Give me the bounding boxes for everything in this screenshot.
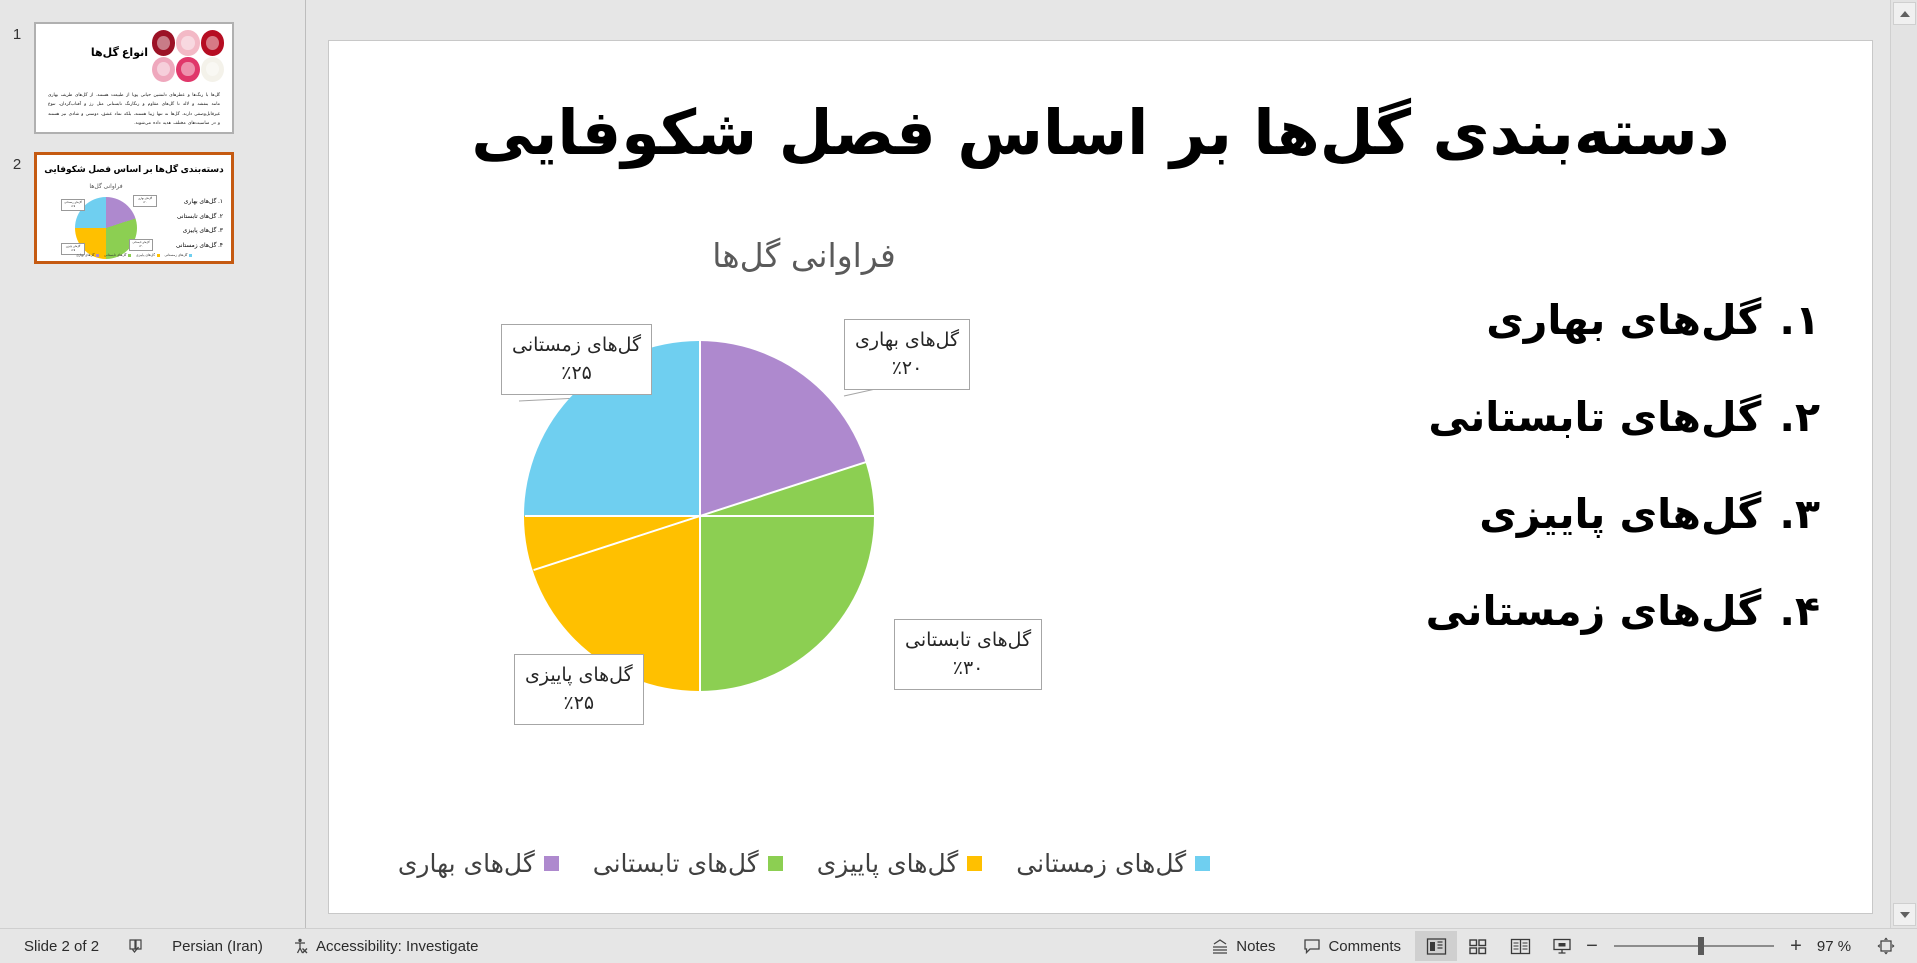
comments-button[interactable]: Comments xyxy=(1289,932,1415,960)
list-item-label: گل‌های بهاری xyxy=(1486,296,1762,344)
comments-icon xyxy=(1303,938,1321,955)
list-item-index: ۴. xyxy=(1779,587,1820,635)
zoom-in-button[interactable]: + xyxy=(1787,935,1805,958)
accessibility-icon xyxy=(291,937,309,955)
legend-swatch-spring xyxy=(543,856,559,871)
legend-swatch-winter xyxy=(1195,856,1211,871)
callout-summer-value: ٪۳۰ xyxy=(952,656,984,679)
thumb2-callout-winter: گل‌های زمستانی ٪۲۵ xyxy=(61,199,85,211)
slide-canvas[interactable]: دسته‌بندی گل‌ها بر اساس فصل شکوفایی ۱. گل… xyxy=(328,40,1873,914)
language-status[interactable]: Persian (Iran) xyxy=(158,932,277,960)
thumb2-legend: گل‌های زمستانی گل‌های پاییزی گل‌های تابس… xyxy=(43,253,225,257)
zoom-slider[interactable] xyxy=(1614,937,1774,955)
status-left-group: Slide 2 of 2 Persian (Iran) Accessibilit… xyxy=(0,932,493,960)
slide-sorter-button[interactable] xyxy=(1457,931,1499,961)
notes-button[interactable]: Notes xyxy=(1197,932,1289,960)
slide-sorter-icon xyxy=(1468,937,1488,956)
list-item-label: گل‌های تابستانی xyxy=(1428,393,1762,441)
list-item-index: ۲. xyxy=(1779,393,1820,441)
reading-view-button[interactable] xyxy=(1499,931,1541,961)
list-item-index: ۱. xyxy=(1779,296,1820,344)
callout-autumn-label: گل‌های پاییزی xyxy=(525,664,633,686)
thumb1-body-text: گل‌ها با رنگ‌ها و عطرهای دلنشین حیاتی پو… xyxy=(48,92,220,125)
thumbnail-number-2: 2 xyxy=(12,156,22,173)
thumbnail-slide-1[interactable]: 1 انواع گل‌ها گل‌ها با رنگ‌ها و عطرهای د… xyxy=(0,22,305,134)
slideshow-icon xyxy=(1552,937,1572,956)
list-item[interactable]: ۲. گل‌های تابستانی xyxy=(1370,393,1820,441)
pie-chart[interactable]: فراوانی گل‌ها گل‌های بهاری xyxy=(389,236,1219,886)
slide-counter[interactable]: Slide 2 of 2 xyxy=(10,932,113,960)
notes-icon xyxy=(1211,938,1229,955)
list-item-label: گل‌های زمستانی xyxy=(1425,587,1762,635)
thumb1-title: انواع گل‌ها xyxy=(90,47,148,59)
legend-label-spring: گل‌های بهاری xyxy=(397,849,535,878)
legend-label-autumn: گل‌های پاییزی xyxy=(816,849,959,878)
thumb1-flower-images xyxy=(152,30,224,82)
spellcheck-icon xyxy=(127,938,144,955)
slide-editing-area[interactable]: دسته‌بندی گل‌ها بر اساس فصل شکوفایی ۱. گل… xyxy=(306,0,1890,928)
fit-to-window-button[interactable] xyxy=(1863,932,1909,960)
callout-winter[interactable]: گل‌های زمستانی ٪۲۵ xyxy=(501,324,653,396)
status-bar: Slide 2 of 2 Persian (Iran) Accessibilit… xyxy=(0,928,1917,963)
spellcheck-status[interactable] xyxy=(113,932,158,960)
legend-label-summer: گل‌های تابستانی xyxy=(592,849,759,878)
callout-spring-label: گل‌های بهاری xyxy=(855,329,960,351)
notes-label: Notes xyxy=(1236,937,1276,955)
zoom-out-button[interactable]: − xyxy=(1583,935,1601,958)
scroll-up-button[interactable] xyxy=(1893,2,1916,25)
list-item[interactable]: ۱. گل‌های بهاری xyxy=(1370,296,1820,344)
slideshow-button[interactable] xyxy=(1541,931,1583,961)
callout-winter-value: ٪۲۵ xyxy=(561,361,592,384)
callout-autumn[interactable]: گل‌های پاییزی ٪۲۵ xyxy=(514,654,644,726)
thumbnail-canvas-2[interactable]: دسته‌بندی گل‌ها بر اساس فصل شکوفایی فراو… xyxy=(34,152,234,264)
zoom-slider-thumb[interactable] xyxy=(1698,937,1704,955)
thumb2-title: دسته‌بندی گل‌ها بر اساس فصل شکوفایی xyxy=(44,164,224,174)
slide-numbered-list[interactable]: ۱. گل‌های بهاری ۲. گل‌های تابستانی ۳. گل‌ها… xyxy=(1370,296,1820,684)
language-label: Persian (Iran) xyxy=(172,937,263,955)
legend-item-autumn[interactable]: گل‌های پاییزی xyxy=(817,849,983,878)
scroll-down-button[interactable] xyxy=(1893,903,1916,926)
list-item[interactable]: ۳. گل‌های پاییزی xyxy=(1370,490,1820,538)
chevron-down-icon xyxy=(1899,911,1910,918)
thumbnail-canvas-1[interactable]: انواع گل‌ها گل‌ها با رنگ‌ها و عطرهای دلن… xyxy=(34,22,234,134)
legend-item-spring[interactable]: گل‌های بهاری xyxy=(398,849,559,878)
normal-view-icon xyxy=(1426,937,1447,956)
reading-view-icon xyxy=(1510,937,1531,956)
callout-autumn-value: ٪۲۵ xyxy=(563,691,595,714)
thumb2-list: ۱. گل‌های بهاری ۲. گل‌های تابستانی ۳. گل… xyxy=(175,199,223,250)
status-right-group: Notes Comments − + 97 % xyxy=(1197,931,1917,961)
thumb2-chart-title: فراوانی گل‌ها xyxy=(89,184,123,190)
chart-legend[interactable]: گل‌های زمستانی گل‌های پاییزی گل‌های تابس… xyxy=(389,849,1219,878)
list-item-label: گل‌های پاییزی xyxy=(1479,490,1762,538)
callout-summer[interactable]: گل‌های تابستانی ٪۳۰ xyxy=(894,619,1043,691)
legend-swatch-summer xyxy=(767,856,783,871)
callout-summer-label: گل‌های تابستانی xyxy=(905,629,1032,651)
callout-spring-value: ٪۲۰ xyxy=(891,356,923,379)
slide-counter-label: Slide 2 of 2 xyxy=(24,937,100,955)
normal-view-button[interactable] xyxy=(1415,931,1457,961)
callout-spring[interactable]: گل‌های بهاری ٪۲۰ xyxy=(844,319,971,391)
vertical-scrollbar[interactable] xyxy=(1890,0,1917,928)
chart-title: فراوانی گل‌ها xyxy=(712,236,896,275)
legend-item-winter[interactable]: گل‌های زمستانی xyxy=(1016,849,1211,878)
thumbnail-number-1: 1 xyxy=(12,26,22,43)
legend-label-winter: گل‌های زمستانی xyxy=(1016,849,1187,878)
slide-thumbnail-panel[interactable]: 1 انواع گل‌ها گل‌ها با رنگ‌ها و عطرهای د… xyxy=(0,0,305,928)
list-item-index: ۳. xyxy=(1779,490,1820,538)
pie-separator xyxy=(525,515,875,517)
fit-to-window-icon xyxy=(1877,937,1895,955)
thumbnail-slide-2[interactable]: 2 دسته‌بندی گل‌ها بر اساس فصل شکوفایی فر… xyxy=(0,152,305,264)
list-item[interactable]: ۴. گل‌های زمستانی xyxy=(1370,587,1820,635)
zoom-level-label[interactable]: 97 % xyxy=(1805,938,1863,955)
legend-item-summer[interactable]: گل‌های تابستانی xyxy=(593,849,783,878)
slide-title[interactable]: دسته‌بندی گل‌ها بر اساس فصل شکوفایی xyxy=(369,97,1832,169)
callout-winter-label: گل‌های زمستانی xyxy=(512,334,642,356)
accessibility-label: Accessibility: Investigate xyxy=(315,937,479,955)
legend-swatch-autumn xyxy=(967,856,983,871)
powerpoint-window: 1 انواع گل‌ها گل‌ها با رنگ‌ها و عطرهای د… xyxy=(0,0,1917,963)
chevron-up-icon xyxy=(1899,10,1910,17)
accessibility-status[interactable]: Accessibility: Investigate xyxy=(277,932,493,960)
comments-label: Comments xyxy=(1328,937,1401,955)
